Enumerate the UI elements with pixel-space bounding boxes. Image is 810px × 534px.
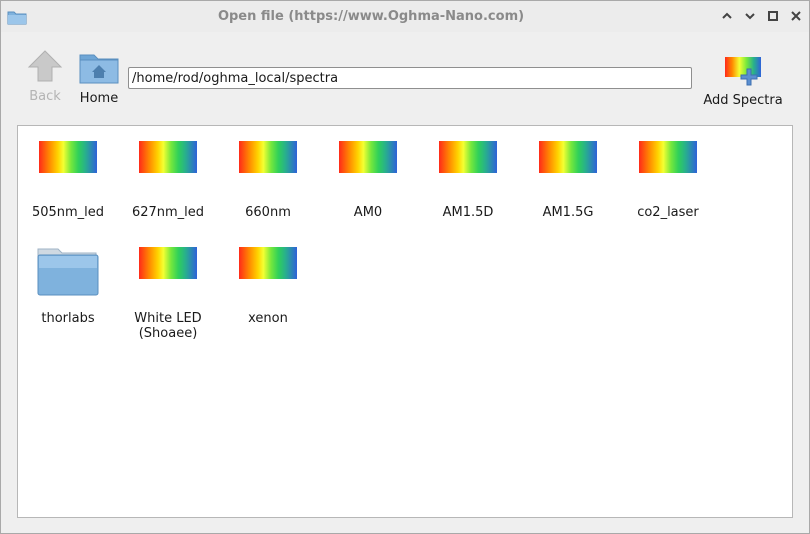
spectrum-icon: [318, 141, 418, 183]
add-spectra-label: Add Spectra: [703, 93, 783, 108]
open-file-dialog: Open file (https://www.Oghma-Nano.com) B…: [0, 0, 810, 534]
spectrum-icon: [418, 141, 518, 183]
back-label: Back: [29, 89, 61, 104]
file-list[interactable]: 505nm_led 627nm_led 660nm AM0 AM1.5D AM1.5G co…: [17, 125, 793, 518]
file-label: xenon: [248, 311, 288, 326]
add-spectrum-icon: [723, 57, 763, 91]
spectrum-icon: [218, 141, 318, 183]
file-item[interactable]: AM1.5G: [518, 141, 618, 220]
back-button[interactable]: Back: [23, 49, 67, 104]
chevron-up-icon[interactable]: [719, 8, 735, 24]
file-label: thorlabs: [41, 311, 95, 326]
file-label: 505nm_led: [31, 205, 105, 220]
file-item[interactable]: AM1.5D: [418, 141, 518, 220]
file-item[interactable]: xenon: [218, 247, 318, 326]
file-label: AM1.5G: [542, 205, 594, 220]
file-item[interactable]: co2_laser: [618, 141, 718, 220]
file-item[interactable]: thorlabs: [18, 247, 118, 326]
file-label: 627nm_led: [131, 205, 205, 220]
spectrum-icon: [118, 247, 218, 289]
file-item[interactable]: 627nm_led: [118, 141, 218, 220]
add-spectra-button[interactable]: Add Spectra: [699, 55, 787, 108]
spectrum-icon: [18, 141, 118, 183]
window-title: Open file (https://www.Oghma-Nano.com): [217, 9, 525, 24]
file-item[interactable]: White LED (Shoaee): [118, 247, 218, 341]
arrow-up-icon: [27, 50, 63, 87]
spectrum-icon: [618, 141, 718, 183]
home-folder-icon: [78, 54, 120, 89]
spectrum-icon: [518, 141, 618, 183]
maximize-icon[interactable]: [765, 8, 781, 24]
file-item[interactable]: 505nm_led: [18, 141, 118, 220]
folder-icon: [18, 247, 118, 296]
path-input[interactable]: [128, 67, 692, 89]
file-label: 660nm: [245, 205, 291, 220]
file-label: AM1.5D: [442, 205, 494, 220]
file-label: White LED (Shoaee): [134, 311, 202, 341]
file-item[interactable]: 660nm: [218, 141, 318, 220]
file-label: co2_laser: [637, 205, 699, 220]
home-label: Home: [79, 91, 119, 106]
spectrum-icon: [218, 247, 318, 289]
chevron-down-icon[interactable]: [742, 8, 758, 24]
close-icon[interactable]: [788, 8, 804, 24]
file-item[interactable]: AM0: [318, 141, 418, 220]
home-button[interactable]: Home: [77, 51, 121, 106]
title-bar[interactable]: Open file (https://www.Oghma-Nano.com): [1, 1, 809, 32]
file-label: AM0: [353, 205, 383, 220]
spectrum-icon: [118, 141, 218, 183]
